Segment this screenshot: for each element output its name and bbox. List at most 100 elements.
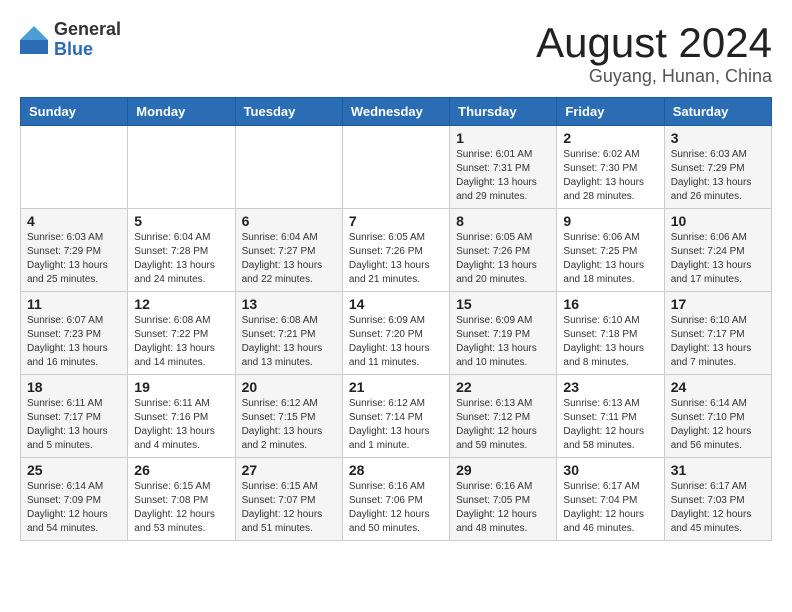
weekday-header-thursday: Thursday: [450, 98, 557, 126]
calendar-cell: 1Sunrise: 6:01 AM Sunset: 7:31 PM Daylig…: [450, 126, 557, 209]
day-number: 15: [456, 296, 550, 312]
day-number: 22: [456, 379, 550, 395]
day-info: Sunrise: 6:17 AM Sunset: 7:03 PM Dayligh…: [671, 480, 765, 536]
calendar-table: SundayMondayTuesdayWednesdayThursdayFrid…: [20, 97, 772, 541]
calendar-cell: [342, 126, 449, 209]
calendar-cell: 15 Sunrise: 6:09 AM Sunset: 7:19 PM Dayli…: [450, 292, 557, 375]
day-number: 19: [134, 379, 228, 395]
day-number: 10: [671, 213, 765, 229]
calendar-cell: 25 Sunrise: 6:14 AM Sunset: 7:09 PM Dayli…: [21, 458, 128, 541]
day-info: Sunrise: 6:17 AM Sunset: 7:04 PM Dayligh…: [563, 480, 657, 536]
calendar-cell: 7 Sunrise: 6:05 AM Sunset: 7:26 PM Daylig…: [342, 209, 449, 292]
day-number: 28: [349, 462, 443, 478]
logo-text: General Blue: [54, 20, 121, 60]
day-number: 13: [242, 296, 336, 312]
calendar-cell: [21, 126, 128, 209]
calendar-cell: 27 Sunrise: 6:15 AM Sunset: 7:07 PM Dayli…: [235, 458, 342, 541]
day-info: Sunrise: 6:09 AM Sunset: 7:20 PM Dayligh…: [349, 314, 443, 370]
calendar-cell: 28 Sunrise: 6:16 AM Sunset: 7:06 PM Dayli…: [342, 458, 449, 541]
day-number: 7: [349, 213, 443, 229]
day-info: Sunrise: 6:03 AM Sunset: 7:29 PM Dayligh…: [671, 148, 765, 204]
day-number: 8: [456, 213, 550, 229]
day-number: 14: [349, 296, 443, 312]
day-info: Sunrise: 6:03 AM Sunset: 7:29 PM Dayligh…: [27, 231, 121, 287]
day-info: Sunrise: 6:08 AM Sunset: 7:22 PM Dayligh…: [134, 314, 228, 370]
day-info: Sunrise: 6:05 AM Sunset: 7:26 PM Dayligh…: [349, 231, 443, 287]
calendar-week-row: 4 Sunrise: 6:03 AM Sunset: 7:29 PM Daylig…: [21, 209, 772, 292]
calendar-cell: 31 Sunrise: 6:17 AM Sunset: 7:03 PM Dayli…: [664, 458, 771, 541]
day-number: 24: [671, 379, 765, 395]
calendar-cell: [128, 126, 235, 209]
calendar-week-row: 18 Sunrise: 6:11 AM Sunset: 7:17 PM Dayli…: [21, 375, 772, 458]
day-info: Sunrise: 6:14 AM Sunset: 7:09 PM Dayligh…: [27, 480, 121, 536]
calendar-cell: [235, 126, 342, 209]
logo-icon: [20, 26, 48, 54]
calendar-cell: 19 Sunrise: 6:11 AM Sunset: 7:16 PM Dayli…: [128, 375, 235, 458]
day-info: Sunrise: 6:12 AM Sunset: 7:15 PM Dayligh…: [242, 397, 336, 453]
day-info: Sunrise: 6:08 AM Sunset: 7:21 PM Dayligh…: [242, 314, 336, 370]
day-number: 6: [242, 213, 336, 229]
weekday-header-saturday: Saturday: [664, 98, 771, 126]
calendar-cell: 21Sunrise: 6:12 AM Sunset: 7:14 PM Dayli…: [342, 375, 449, 458]
calendar-cell: 23Sunrise: 6:13 AM Sunset: 7:11 PM Dayli…: [557, 375, 664, 458]
logo-blue: Blue: [54, 40, 121, 60]
day-info: Sunrise: 6:10 AM Sunset: 7:18 PM Dayligh…: [563, 314, 657, 370]
calendar-cell: 18 Sunrise: 6:11 AM Sunset: 7:17 PM Dayli…: [21, 375, 128, 458]
logo-general: General: [54, 20, 121, 40]
calendar-cell: 26 Sunrise: 6:15 AM Sunset: 7:08 PM Dayli…: [128, 458, 235, 541]
day-number: 27: [242, 462, 336, 478]
calendar-cell: 17Sunrise: 6:10 AM Sunset: 7:17 PM Dayli…: [664, 292, 771, 375]
day-number: 23: [563, 379, 657, 395]
day-number: 9: [563, 213, 657, 229]
day-number: 3: [671, 130, 765, 146]
page-header: General Blue August 2024 Guyang, Hunan, …: [20, 20, 772, 87]
calendar-cell: 16 Sunrise: 6:10 AM Sunset: 7:18 PM Dayli…: [557, 292, 664, 375]
day-number: 31: [671, 462, 765, 478]
calendar-cell: 20 Sunrise: 6:12 AM Sunset: 7:15 PM Dayli…: [235, 375, 342, 458]
day-number: 12: [134, 296, 228, 312]
day-number: 20: [242, 379, 336, 395]
calendar-cell: 4 Sunrise: 6:03 AM Sunset: 7:29 PM Daylig…: [21, 209, 128, 292]
day-number: 5: [134, 213, 228, 229]
day-info: Sunrise: 6:04 AM Sunset: 7:28 PM Dayligh…: [134, 231, 228, 287]
day-info: Sunrise: 6:11 AM Sunset: 7:16 PM Dayligh…: [134, 397, 228, 453]
calendar-cell: 10 Sunrise: 6:06 AM Sunset: 7:24 PM Dayli…: [664, 209, 771, 292]
day-info: Sunrise: 6:16 AM Sunset: 7:06 PM Dayligh…: [349, 480, 443, 536]
day-number: 4: [27, 213, 121, 229]
calendar-week-row: 25 Sunrise: 6:14 AM Sunset: 7:09 PM Dayli…: [21, 458, 772, 541]
day-info: Sunrise: 6:09 AM Sunset: 7:19 PM Dayligh…: [456, 314, 550, 370]
weekday-header-wednesday: Wednesday: [342, 98, 449, 126]
calendar-cell: 30 Sunrise: 6:17 AM Sunset: 7:04 PM Dayli…: [557, 458, 664, 541]
weekday-header-friday: Friday: [557, 98, 664, 126]
calendar-subtitle: Guyang, Hunan, China: [536, 66, 772, 87]
day-number: 30: [563, 462, 657, 478]
calendar-cell: 5 Sunrise: 6:04 AM Sunset: 7:28 PM Daylig…: [128, 209, 235, 292]
day-info: Sunrise: 6:07 AM Sunset: 7:23 PM Dayligh…: [27, 314, 121, 370]
day-number: 29: [456, 462, 550, 478]
calendar-cell: 9 Sunrise: 6:06 AM Sunset: 7:25 PM Daylig…: [557, 209, 664, 292]
day-info: Sunrise: 6:04 AM Sunset: 7:27 PM Dayligh…: [242, 231, 336, 287]
day-number: 17: [671, 296, 765, 312]
day-info: Sunrise: 6:15 AM Sunset: 7:08 PM Dayligh…: [134, 480, 228, 536]
day-number: 1: [456, 130, 550, 146]
day-number: 25: [27, 462, 121, 478]
day-info: Sunrise: 6:06 AM Sunset: 7:24 PM Dayligh…: [671, 231, 765, 287]
day-info: Sunrise: 6:14 AM Sunset: 7:10 PM Dayligh…: [671, 397, 765, 453]
day-info: Sunrise: 6:11 AM Sunset: 7:17 PM Dayligh…: [27, 397, 121, 453]
calendar-week-row: 11Sunrise: 6:07 AM Sunset: 7:23 PM Dayli…: [21, 292, 772, 375]
weekday-header-row: SundayMondayTuesdayWednesdayThursdayFrid…: [21, 98, 772, 126]
day-info: Sunrise: 6:05 AM Sunset: 7:26 PM Dayligh…: [456, 231, 550, 287]
day-number: 16: [563, 296, 657, 312]
weekday-header-monday: Monday: [128, 98, 235, 126]
calendar-title: August 2024: [536, 20, 772, 66]
day-number: 18: [27, 379, 121, 395]
weekday-header-sunday: Sunday: [21, 98, 128, 126]
day-info: Sunrise: 6:16 AM Sunset: 7:05 PM Dayligh…: [456, 480, 550, 536]
calendar-week-row: 1Sunrise: 6:01 AM Sunset: 7:31 PM Daylig…: [21, 126, 772, 209]
calendar-cell: 24 Sunrise: 6:14 AM Sunset: 7:10 PM Dayli…: [664, 375, 771, 458]
day-info: Sunrise: 6:15 AM Sunset: 7:07 PM Dayligh…: [242, 480, 336, 536]
calendar-cell: 2Sunrise: 6:02 AM Sunset: 7:30 PM Daylig…: [557, 126, 664, 209]
day-number: 26: [134, 462, 228, 478]
day-info: Sunrise: 6:06 AM Sunset: 7:25 PM Dayligh…: [563, 231, 657, 287]
calendar-cell: 8 Sunrise: 6:05 AM Sunset: 7:26 PM Daylig…: [450, 209, 557, 292]
